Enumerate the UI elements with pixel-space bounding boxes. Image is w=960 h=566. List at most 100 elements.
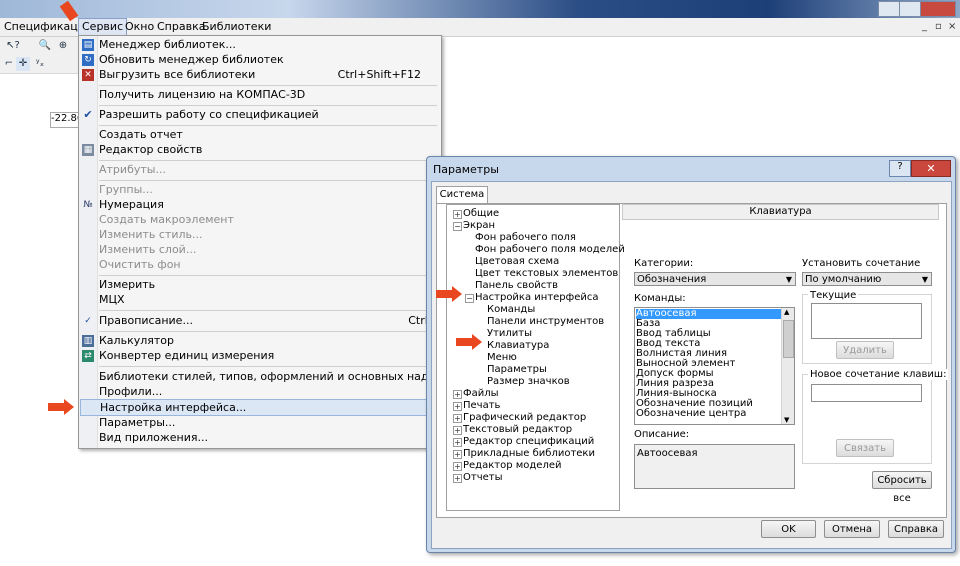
tree-item[interactable]: Настройка интерфейса	[475, 292, 598, 303]
cancel-button[interactable]: Отмена	[824, 520, 880, 538]
expand-icon[interactable]: +	[453, 426, 462, 435]
snap-icon[interactable]: ✛	[16, 57, 30, 71]
angle-icon[interactable]: ⌐	[2, 57, 16, 71]
menu-separator	[99, 366, 437, 367]
menu-item-get-license[interactable]: Получить лицензию на КОМПАС-3D	[79, 87, 439, 103]
new-combo-input[interactable]	[811, 384, 922, 402]
tab-system[interactable]: Система	[436, 186, 488, 204]
menu-item-clear-background[interactable]: Очистить фон	[79, 257, 439, 273]
menu-separator	[99, 160, 437, 161]
zoom-in-icon[interactable]: ⊕	[56, 39, 70, 53]
tree-item[interactable]: Цвет текстовых элементов	[475, 268, 618, 279]
reset-all-button[interactable]: Сбросить все	[872, 471, 932, 504]
tree-item[interactable]: Текстовый редактор	[463, 424, 572, 435]
tree-item[interactable]: Экран	[463, 220, 495, 231]
tree-item[interactable]: Цветовая схема	[475, 256, 559, 267]
menu-item-label: Группы...	[99, 183, 153, 196]
scroll-up-icon[interactable]: ▲	[784, 308, 789, 316]
list-item[interactable]: Обозначение центра	[636, 409, 746, 419]
minimize-button[interactable]	[878, 1, 900, 17]
menu-item-unload-libraries[interactable]: ✕ Выгрузить все библиотеки Ctrl+Shift+F1…	[79, 67, 439, 83]
scroll-down-icon[interactable]: ▼	[784, 416, 789, 424]
tree-item[interactable]: Команды	[487, 304, 535, 315]
menu-item-numbering[interactable]: № Нумерация	[79, 197, 439, 213]
collapse-icon[interactable]: −	[453, 222, 462, 231]
dialog-help-button[interactable]: ?	[889, 160, 911, 177]
tree-item[interactable]: Фон рабочего поля моделей	[475, 244, 625, 255]
menu-item-library-manager[interactable]: ▤ Менеджер библиотек...	[79, 37, 439, 53]
menu-item-attributes[interactable]: Атрибуты...	[79, 162, 439, 178]
menu-item-property-editor[interactable]: ▦ Редактор свойств	[79, 142, 439, 158]
property-editor-icon: ▦	[82, 144, 94, 156]
dialog-help-text-button[interactable]: Справка	[888, 520, 944, 538]
menu-libraries[interactable]: Библиотеки	[202, 20, 271, 33]
assign-button[interactable]: Связать	[836, 439, 894, 457]
scroll-thumb[interactable]	[783, 320, 794, 358]
mdi-close-icon[interactable]: ×	[948, 21, 956, 32]
mdi-restore-icon[interactable]: ▫	[935, 21, 942, 32]
menu-item-change-layer[interactable]: Изменить слой...	[79, 242, 439, 258]
tree-item[interactable]: Фон рабочего поля	[475, 232, 576, 243]
expand-icon[interactable]: +	[453, 414, 462, 423]
settings-tree[interactable]: + Общие − Экран Фон рабочего поля Фон ра…	[446, 204, 625, 511]
menu-help[interactable]: Справка	[157, 20, 205, 33]
tree-item[interactable]: Общие	[463, 208, 499, 219]
tree-item[interactable]: Меню	[487, 352, 517, 363]
expand-icon[interactable]: +	[453, 210, 462, 219]
list-scrollbar[interactable]: ▲ ▼	[781, 308, 794, 424]
annotation-arrow-icon	[48, 399, 74, 415]
set-combo-select[interactable]: По умолчанию ▼	[802, 272, 932, 286]
menu-item-mass-properties[interactable]: МЦХ	[79, 292, 439, 308]
expand-icon[interactable]: +	[453, 462, 462, 471]
expand-icon[interactable]: +	[453, 450, 462, 459]
expand-icon[interactable]: +	[453, 474, 462, 483]
maximize-button[interactable]	[899, 1, 921, 17]
menu-item-groups[interactable]: Группы...	[79, 182, 439, 198]
menu-item-allow-specification[interactable]: ✔ Разрешить работу со спецификацией	[79, 107, 439, 123]
commands-list[interactable]: Автоосевая База Ввод таблицы Ввод текста…	[634, 307, 795, 425]
menu-window[interactable]: Окно	[125, 20, 154, 33]
menu-item-measure[interactable]: Измерить	[79, 277, 439, 293]
menu-item-update-library-manager[interactable]: ↻ Обновить менеджер библиотек	[79, 52, 439, 68]
collapse-icon[interactable]: −	[465, 294, 474, 303]
menu-item-profiles[interactable]: Профили...	[79, 384, 439, 400]
expand-icon[interactable]: +	[453, 438, 462, 447]
expand-icon[interactable]: +	[453, 390, 462, 399]
tree-item[interactable]: Редактор спецификаций	[463, 436, 594, 447]
current-combos-list[interactable]	[811, 303, 922, 339]
menu-item-change-style[interactable]: Изменить стиль...	[79, 227, 439, 243]
menu-item-spelling[interactable]: ✓ Правописание... Ctrl+	[79, 313, 439, 329]
menu-item-parameters[interactable]: Параметры...	[79, 415, 439, 431]
tree-item[interactable]: Размер значков	[487, 376, 570, 387]
menu-item-label: Очистить фон	[99, 258, 181, 271]
menu-item-app-view[interactable]: Вид приложения...	[79, 430, 439, 446]
tree-item[interactable]: Панели инструментов	[487, 316, 604, 327]
delete-button[interactable]: Удалить	[836, 341, 894, 359]
menu-item-create-report[interactable]: Создать отчет	[79, 127, 439, 143]
tree-item[interactable]: Утилиты	[487, 328, 532, 339]
tree-item[interactable]: Отчеты	[463, 472, 502, 483]
menu-item-style-libraries[interactable]: Библиотеки стилей, типов, оформлений и о…	[79, 369, 463, 385]
menu-item-calculator[interactable]: ▥ Калькулятор	[79, 333, 439, 349]
menu-separator	[99, 125, 437, 126]
categories-select[interactable]: Обозначения ▼	[634, 272, 796, 286]
menu-item-label: Изменить слой...	[99, 243, 197, 256]
tree-item[interactable]: Файлы	[463, 388, 499, 399]
expand-icon[interactable]: +	[453, 402, 462, 411]
ok-button[interactable]: OK	[761, 520, 816, 538]
mdi-minimize-icon[interactable]: _	[922, 21, 927, 32]
tree-item[interactable]: Редактор моделей	[463, 460, 562, 471]
tree-item[interactable]: Панель свойств	[475, 280, 558, 291]
help-pointer-icon[interactable]: ↖?	[6, 39, 20, 53]
tree-item[interactable]: Параметры	[487, 364, 547, 375]
zoom-icon[interactable]: 🔍	[38, 39, 52, 53]
tree-item[interactable]: Печать	[463, 400, 500, 411]
menu-item-create-macro[interactable]: Создать макроэлемент	[79, 212, 439, 228]
menu-item-interface-settings[interactable]: Настройка интерфейса...	[80, 399, 439, 416]
menu-item-unit-converter[interactable]: ⇄ Конвертер единиц измерения	[79, 348, 439, 364]
tree-item[interactable]: Графический редактор	[463, 412, 586, 423]
dialog-close-button[interactable]: ✕	[911, 160, 951, 177]
tree-item[interactable]: Прикладные библиотеки	[463, 448, 595, 459]
close-window-button[interactable]	[920, 1, 956, 17]
tree-item-keyboard[interactable]: Клавиатура	[487, 340, 549, 351]
